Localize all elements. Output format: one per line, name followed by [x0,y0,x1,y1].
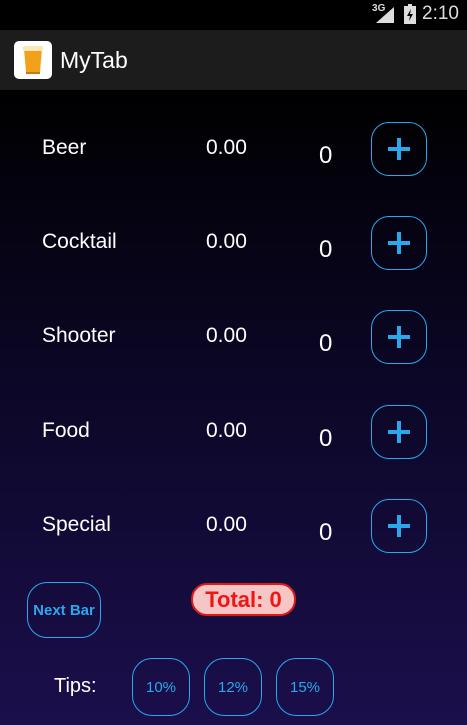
tips-label: Tips: [54,675,97,697]
item-quantity: 0 [319,425,333,452]
add-cocktail-button[interactable] [371,216,427,270]
item-quantity: 0 [319,330,333,357]
item-price: 0.00 [206,230,247,253]
clock: 2:10 [422,3,459,24]
plus-icon [388,326,410,348]
signal-icon: 3G [372,3,398,25]
plus-icon [388,138,410,160]
plus-icon [388,515,410,537]
item-row-food: Food 0.00 0 [0,405,467,465]
item-name: Cocktail [42,230,117,253]
item-name: Beer [42,136,87,159]
item-name: Special [42,513,111,536]
item-quantity: 0 [319,236,333,263]
action-bar: MyTab [0,30,467,90]
add-shooter-button[interactable] [371,310,427,364]
tip-15-button[interactable]: 15% [276,658,334,716]
total-display: Total: 0 [191,583,296,616]
item-price: 0.00 [206,136,247,159]
tab-content: Beer 0.00 0 Cocktail 0.00 0 Shooter 0.00… [0,90,467,725]
plus-icon [388,421,410,443]
add-beer-button[interactable] [371,122,427,176]
item-name: Food [42,419,90,442]
app-title: MyTab [60,46,128,73]
item-quantity: 0 [319,142,333,169]
item-price: 0.00 [206,324,247,347]
item-row-beer: Beer 0.00 0 [0,122,467,182]
item-name: Shooter [42,324,116,347]
item-price: 0.00 [206,419,247,442]
tip-12-button[interactable]: 12% [204,658,262,716]
add-special-button[interactable] [371,499,427,553]
item-price: 0.00 [206,513,247,536]
status-bar: 3G 2:10 [0,0,467,30]
item-quantity: 0 [319,519,333,546]
item-row-cocktail: Cocktail 0.00 0 [0,216,467,276]
battery-icon [404,4,417,24]
tip-10-button[interactable]: 10% [132,658,190,716]
item-row-special: Special 0.00 0 [0,499,467,559]
item-row-shooter: Shooter 0.00 0 [0,310,467,370]
next-bar-button[interactable]: Next Bar [27,582,101,638]
add-food-button[interactable] [371,405,427,459]
plus-icon [388,232,410,254]
beer-glass-icon[interactable] [14,41,52,79]
